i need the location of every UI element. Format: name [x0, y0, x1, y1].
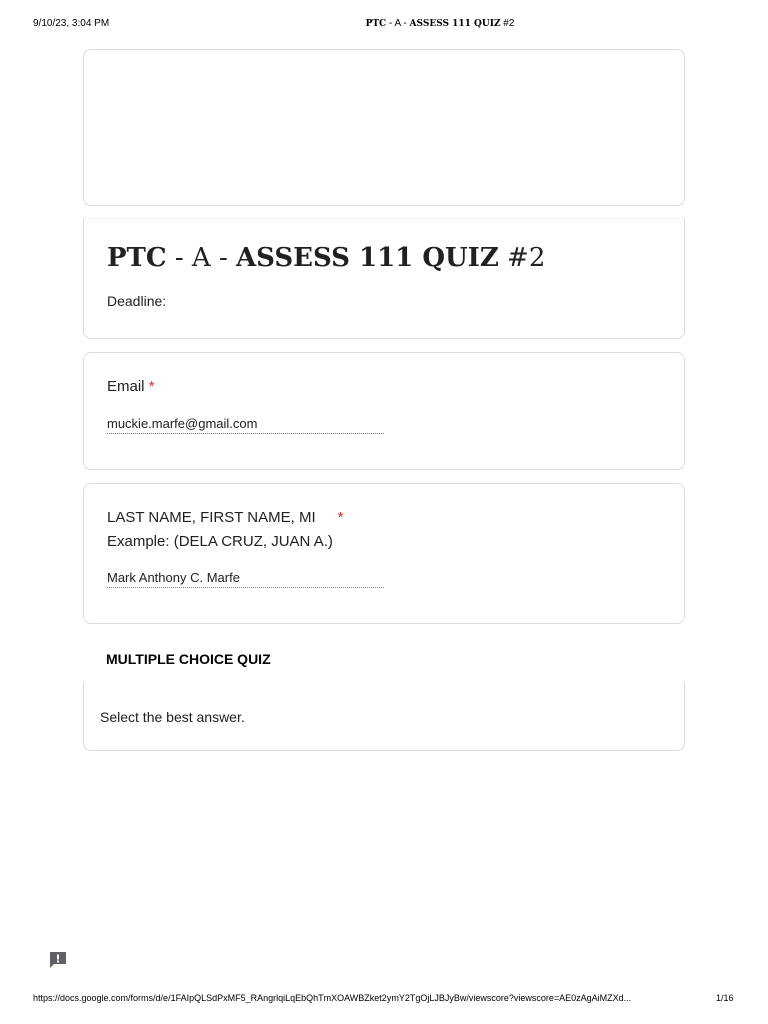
- print-footer-url: https://docs.google.com/forms/d/e/1FAIpQ…: [33, 993, 632, 1003]
- email-label-text: Email: [107, 378, 145, 395]
- print-title-part3: ASSESS 111 QUIZ: [409, 19, 501, 29]
- required-marker: *: [337, 509, 344, 526]
- name-question-label: LAST NAME, FIRST NAME, MI * Example: (DEL…: [107, 506, 344, 554]
- print-title-part4: #2: [500, 18, 515, 29]
- email-question-card: Email * muckie.marfe@gmail.com: [83, 352, 685, 470]
- form-title: PTC - A - ASSESS 111 QUIZ #2: [107, 243, 545, 273]
- email-answer: muckie.marfe@gmail.com: [107, 416, 384, 434]
- print-title-part1: PTC: [365, 19, 387, 29]
- form-title-mid: - A -: [166, 243, 236, 273]
- form-header-image-card: [83, 49, 685, 206]
- email-question-label: Email *: [107, 375, 155, 399]
- section-title: MULTIPLE CHOICE QUIZ: [106, 651, 271, 667]
- form-title-prefix: PTC: [107, 243, 167, 273]
- section-description: Select the best answer.: [100, 709, 245, 725]
- report-issue-icon[interactable]: [48, 950, 68, 970]
- name-answer: Mark Anthony C. Marfe: [107, 570, 384, 588]
- name-label-line1: LAST NAME, FIRST NAME, MI: [107, 509, 316, 526]
- deadline-label: Deadline:: [107, 293, 167, 309]
- print-title: PTC - A - ASSESS 111 QUIZ #2: [0, 18, 768, 29]
- print-title-part2: - A -: [386, 18, 410, 29]
- name-question-card: LAST NAME, FIRST NAME, MI * Example: (DEL…: [83, 483, 685, 624]
- name-label-line2: Example: (DELA CRUZ, JUAN A.): [107, 533, 333, 550]
- print-footer-page-number: 1/16: [716, 993, 734, 1003]
- form-title-main: ASSESS 111 QUIZ: [236, 243, 499, 273]
- section-description-card: Select the best answer.: [83, 682, 685, 751]
- form-title-suffix: #2: [498, 243, 546, 273]
- form-title-card: PTC - A - ASSESS 111 QUIZ #2 Deadline:: [83, 218, 685, 339]
- required-marker: *: [148, 378, 155, 395]
